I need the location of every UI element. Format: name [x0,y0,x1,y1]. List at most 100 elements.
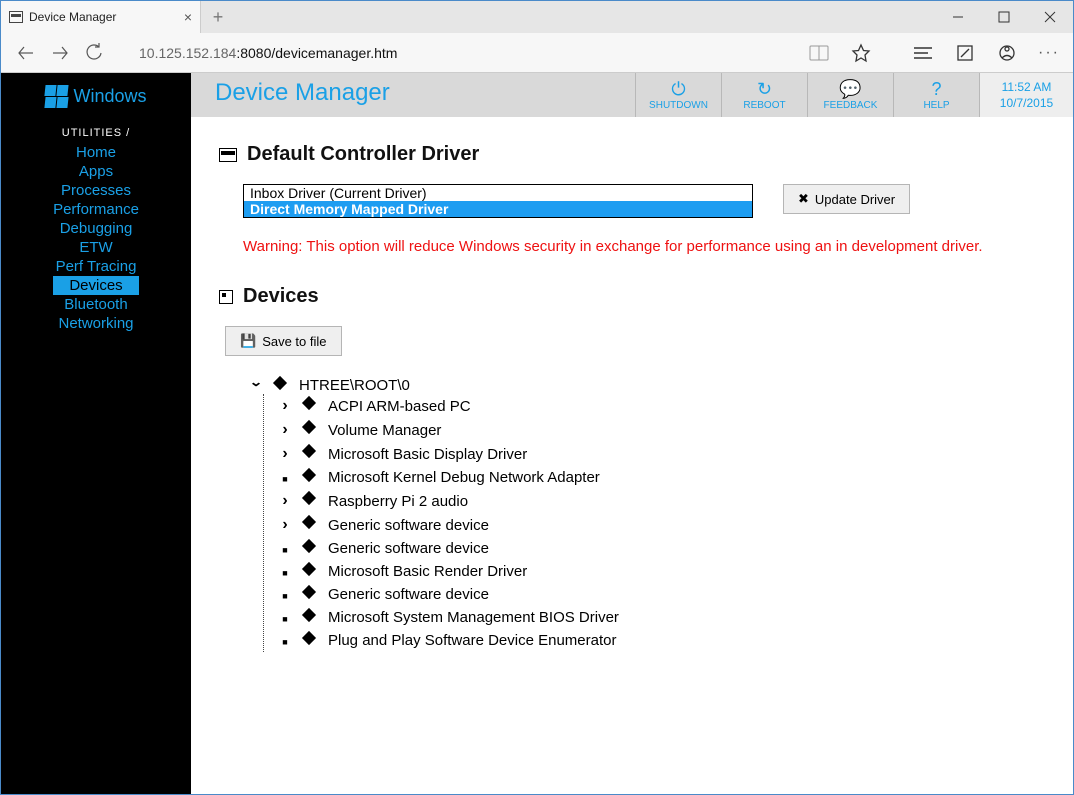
device-label: Microsoft System Management BIOS Driver [328,609,619,626]
device-icon [302,517,318,533]
url-path: :8080/devicemanager.htm [236,45,397,61]
date-text: 10/7/2015 [1000,96,1053,110]
device-icon [302,587,318,603]
driver-option[interactable]: Inbox Driver (Current Driver) [244,185,752,201]
device-label: Generic software device [328,586,489,603]
update-driver-label: Update Driver [815,192,895,207]
device-icon [302,564,318,580]
webnote-icon[interactable] [949,37,981,69]
sidebar-item-debugging[interactable]: Debugging [53,219,139,238]
tree-toggle-icon[interactable] [278,588,292,602]
reboot-icon: ↻ [757,80,772,98]
tree-toggle-icon[interactable] [278,471,292,485]
time-text: 11:52 AM [1002,80,1052,94]
device-tree-item[interactable]: Plug and Play Software Device Enumerator [264,629,1045,652]
device-label: Microsoft Kernel Debug Network Adapter [328,469,600,486]
sidebar-item-home[interactable]: Home [53,143,139,162]
sidebar-item-apps[interactable]: Apps [53,162,139,181]
feedback-icon: 💬 [839,80,861,98]
device-tree-item[interactable]: Microsoft System Management BIOS Driver [264,606,1045,629]
window-minimize-button[interactable] [935,1,981,33]
sidebar-item-etw[interactable]: ETW [53,238,139,257]
sidebar-item-bluetooth[interactable]: Bluetooth [53,295,139,314]
device-tree-item[interactable]: ACPI ARM-based PC [264,394,1045,418]
device-label: Microsoft Basic Render Driver [328,563,527,580]
nav-forward-button[interactable] [43,36,77,70]
tree-toggle-icon[interactable] [278,542,292,556]
topbar-help-button[interactable]: ?HELP [893,73,979,117]
device-icon [302,493,318,509]
device-icon [302,633,318,649]
brand: Windows [1,73,191,119]
tree-toggle-icon[interactable] [278,634,292,648]
share-icon[interactable] [991,37,1023,69]
windows-logo-icon [45,85,67,107]
device-tree-item[interactable]: Raspberry Pi 2 audio [264,489,1045,513]
tree-toggle-icon[interactable] [278,421,292,439]
topbar-reboot-button[interactable]: ↻REBOOT [721,73,807,117]
update-driver-button[interactable]: ✖ Update Driver [783,184,910,214]
sidebar-header: UTILITIES / [62,127,130,139]
device-label: ACPI ARM-based PC [328,398,471,415]
driver-section-title: Default Controller Driver [247,143,479,166]
close-tab-icon[interactable]: × [184,9,192,25]
nav-refresh-button[interactable] [77,36,111,70]
driver-section-icon [219,148,237,162]
device-icon [302,398,318,414]
save-icon: 💾 [240,333,256,349]
device-tree-item[interactable]: Generic software device [264,583,1045,606]
sidebar-item-performance[interactable]: Performance [53,200,139,219]
device-tree-item[interactable]: Volume Manager [264,418,1045,442]
device-label: Raspberry Pi 2 audio [328,493,468,510]
tree-toggle-icon[interactable] [278,492,292,510]
sidebar-item-perf-tracing[interactable]: Perf Tracing [53,257,139,276]
tree-root-label: HTREE\ROOT\0 [299,377,410,394]
device-label: Volume Manager [328,422,441,439]
hub-icon[interactable] [907,37,939,69]
save-to-file-button[interactable]: 💾 Save to file [225,326,342,356]
tree-toggle-icon[interactable] [278,397,292,415]
tab-favicon [9,11,23,23]
topbar-shutdown-button[interactable]: ⏻SHUTDOWN [635,73,721,117]
new-tab-button[interactable]: + [201,1,235,33]
device-tree-item[interactable]: Microsoft Basic Render Driver [264,560,1045,583]
device-tree-item[interactable]: Generic software device [264,513,1045,537]
tree-toggle-icon[interactable] [249,379,263,393]
device-label: Plug and Play Software Device Enumerator [328,632,616,649]
favorites-star-icon[interactable] [845,37,877,69]
brand-text: Windows [73,86,146,107]
device-icon [273,378,289,394]
tree-toggle-icon[interactable] [278,445,292,463]
tree-toggle-icon[interactable] [278,611,292,625]
tree-toggle-icon[interactable] [278,516,292,534]
reading-view-icon[interactable] [803,37,835,69]
more-icon[interactable]: ··· [1033,37,1065,69]
page-topbar: Device Manager ⏻SHUTDOWN↻REBOOT💬FEEDBACK… [191,73,1073,117]
tab-title: Device Manager [29,10,116,24]
device-icon [302,610,318,626]
window-titlebar: Device Manager × + [1,1,1073,33]
browser-toolbar: 10.125.152.184:8080/devicemanager.htm ··… [1,33,1073,73]
nav-back-button[interactable] [9,36,43,70]
sidebar-item-devices[interactable]: Devices [53,276,139,295]
window-close-button[interactable] [1027,1,1073,33]
section-default-driver: Default Controller Driver [219,143,1045,166]
sidebar-item-processes[interactable]: Processes [53,181,139,200]
device-label: Microsoft Basic Display Driver [328,446,527,463]
device-icon [302,422,318,438]
device-tree-item[interactable]: Generic software device [264,537,1045,560]
tree-toggle-icon[interactable] [278,565,292,579]
device-tree-item[interactable]: Microsoft Kernel Debug Network Adapter [264,466,1045,489]
devices-section-title: Devices [243,285,319,308]
topbar-feedback-button[interactable]: 💬FEEDBACK [807,73,893,117]
device-icon [302,541,318,557]
address-bar[interactable]: 10.125.152.184:8080/devicemanager.htm [139,45,397,61]
browser-tab[interactable]: Device Manager × [1,1,201,33]
device-tree-item[interactable]: Microsoft Basic Display Driver [264,442,1045,466]
device-label: Generic software device [328,517,489,534]
window-maximize-button[interactable] [981,1,1027,33]
sidebar-item-networking[interactable]: Networking [53,314,139,333]
help-icon: ? [931,80,941,98]
driver-listbox[interactable]: Inbox Driver (Current Driver)Direct Memo… [243,184,753,218]
driver-option[interactable]: Direct Memory Mapped Driver [244,201,752,217]
